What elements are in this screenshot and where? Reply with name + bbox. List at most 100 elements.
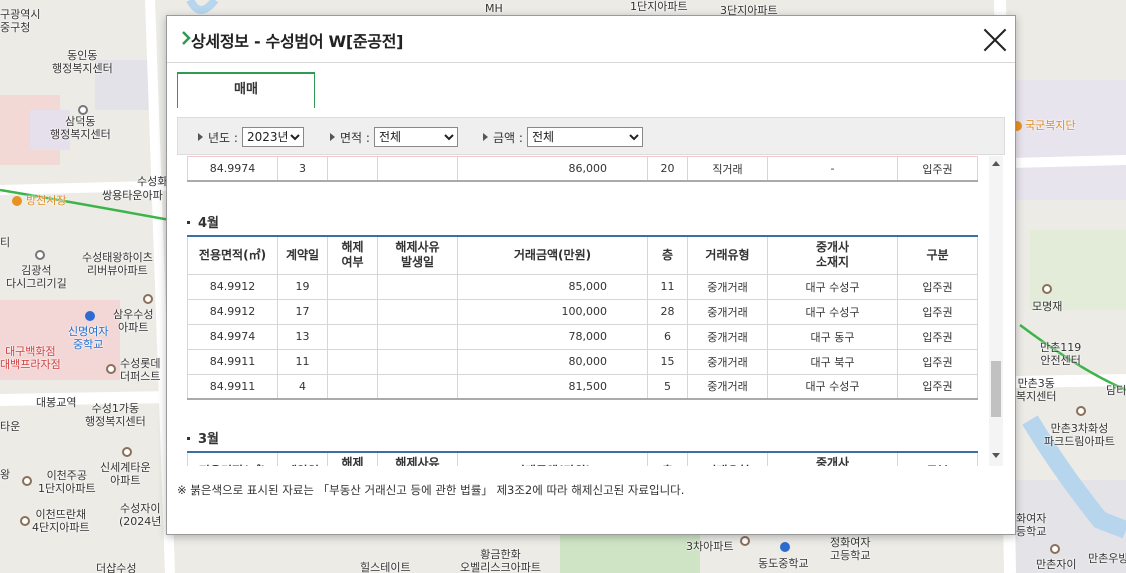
table-cell: 85,000 bbox=[457, 273, 648, 300]
table-cell: 대구 수성구 bbox=[767, 273, 898, 300]
table-cell: 중개거래 bbox=[687, 273, 768, 300]
table-row: 84.9974 13 78,000 6 중개거래 대구 동구 입주권 bbox=[187, 323, 978, 350]
table-row: 84.9911 11 80,000 15 중개거래 대구 북구 입주권 bbox=[187, 348, 978, 375]
year-filter: 년도 : 2023년 bbox=[198, 127, 304, 147]
map-label: 만촌3차화성 파크드림아파트 bbox=[1044, 422, 1115, 448]
year-select[interactable]: 2023년 bbox=[241, 127, 304, 147]
map-poi-icon[interactable] bbox=[20, 516, 30, 526]
vertical-scrollbar[interactable] bbox=[989, 156, 1003, 466]
map-poi-icon[interactable] bbox=[22, 476, 32, 486]
map-poi-icon[interactable] bbox=[1076, 406, 1086, 416]
map-label: 만촌3동 복지센터 bbox=[1016, 377, 1057, 403]
column-header: 중개사 소재지 bbox=[767, 451, 898, 466]
table-cell bbox=[327, 273, 378, 300]
table-cell: 84.9912 bbox=[187, 298, 278, 325]
year-filter-label: 년도 : bbox=[208, 130, 238, 145]
modal-title: 상세정보 - 수성범어 W[준공전] bbox=[191, 32, 404, 51]
column-header: 층 bbox=[647, 451, 688, 466]
table-row: 84.9911 4 81,500 5 중개거래 대구 수성구 입주권 bbox=[187, 373, 978, 400]
table-cell: 80,000 bbox=[457, 348, 648, 375]
map-label: 황금한화 오벨리스크아파트 bbox=[460, 548, 541, 573]
table-cell: 84.9974 bbox=[187, 156, 278, 182]
map-label: 방천시장 bbox=[26, 194, 67, 207]
column-header: 구분 bbox=[897, 235, 978, 275]
map-label: 화여자 등학교 bbox=[1016, 512, 1047, 538]
map-label: 담티 bbox=[1106, 384, 1126, 397]
section-title-text: 3월 bbox=[198, 432, 220, 447]
map-poi-icon[interactable] bbox=[1050, 544, 1060, 554]
table-cell: 대구 북구 bbox=[767, 348, 898, 375]
map-label: 신명여자 중학교 bbox=[68, 325, 109, 351]
table-cell: 입주권 bbox=[897, 348, 978, 375]
scrollbar-thumb[interactable] bbox=[991, 361, 1001, 417]
chevron-right-icon bbox=[182, 31, 191, 45]
map-poi-icon[interactable] bbox=[12, 196, 22, 206]
map-poi-icon[interactable] bbox=[740, 536, 750, 546]
map-label: 모명재 bbox=[1032, 300, 1063, 313]
table-cell: 대구 수성구 bbox=[767, 373, 898, 400]
map-label: 수성태왕하이츠 리버뷰아파트 bbox=[82, 251, 153, 277]
table-cell bbox=[327, 156, 378, 182]
section-title-april: 4월 bbox=[187, 212, 219, 231]
table-cell bbox=[327, 323, 378, 350]
map-label: 삼덕동 행정복지센터 bbox=[50, 115, 111, 141]
table-cell: 81,500 bbox=[457, 373, 648, 400]
map-label: 더샵수성 bbox=[96, 562, 137, 573]
map-poi-icon[interactable] bbox=[1042, 284, 1052, 294]
area-filter: 면적 : 전체 bbox=[330, 127, 458, 147]
map-label: 왕 bbox=[0, 468, 11, 481]
table-cell: 5 bbox=[647, 373, 688, 400]
map-label: 만촌119 안전센터 bbox=[1040, 341, 1082, 367]
table-cell: 입주권 bbox=[897, 323, 978, 350]
column-header: 구분 bbox=[897, 451, 978, 466]
table-header-row: 전용면적(㎡) 계약일 해제 여부 해제사유 발생일 거래금액(만원) 층 거래… bbox=[187, 235, 978, 275]
map-poi-icon[interactable] bbox=[143, 294, 153, 304]
table-cell bbox=[377, 298, 458, 325]
map-label: 동도중학교 bbox=[758, 557, 809, 570]
table-cell: 대구 수성구 bbox=[767, 298, 898, 325]
area-select[interactable]: 전체 bbox=[373, 127, 458, 147]
map-poi-icon[interactable] bbox=[35, 250, 45, 260]
close-icon[interactable] bbox=[981, 26, 1009, 54]
cancellation-notice: ※ 붉은색으로 표시된 자료는 「부동산 거래신고 등에 관한 법률」 제3조2… bbox=[177, 483, 685, 497]
table-cell: 중개거래 bbox=[687, 373, 768, 400]
transaction-list[interactable]: 84.9974 3 86,000 20 직거래 - 입주권 4월 전용면적(㎡)… bbox=[177, 156, 989, 466]
column-header: 계약일 bbox=[277, 451, 328, 466]
map-poi-icon[interactable] bbox=[780, 542, 790, 552]
map-poi-icon[interactable] bbox=[122, 447, 132, 457]
price-select[interactable]: 전체 bbox=[526, 127, 643, 147]
detail-modal: 상세정보 - 수성범어 W[준공전] 매매 년도 : 2023년 면적 : 전체… bbox=[166, 15, 1016, 535]
table-cell: 11 bbox=[277, 348, 328, 375]
scroll-down-icon[interactable] bbox=[992, 453, 1000, 458]
map-label: 티 bbox=[0, 236, 11, 249]
table-cell: 직거래 bbox=[687, 156, 768, 182]
table-cell: 78,000 bbox=[457, 323, 648, 350]
column-header: 해제사유 발생일 bbox=[377, 235, 458, 275]
table-cell: - bbox=[767, 156, 898, 182]
table-cell bbox=[377, 323, 458, 350]
map-poi-icon[interactable] bbox=[106, 364, 116, 374]
scroll-up-icon[interactable] bbox=[992, 161, 1000, 166]
area-filter-label: 면적 : bbox=[340, 130, 370, 145]
table-row: 84.9974 3 86,000 20 직거래 - 입주권 bbox=[187, 156, 978, 182]
table-cell: 28 bbox=[647, 298, 688, 325]
table-cell: 86,000 bbox=[457, 156, 648, 182]
map-label: 수성1가동 행정복지센터 bbox=[85, 402, 146, 428]
table-cell bbox=[377, 348, 458, 375]
map-label: 수성화 bbox=[137, 175, 168, 188]
table-cell: 6 bbox=[647, 323, 688, 350]
map-poi-icon[interactable] bbox=[78, 105, 88, 115]
map-label: 대봉교역 bbox=[36, 396, 77, 409]
table-cell: 17 bbox=[277, 298, 328, 325]
table-cell bbox=[377, 273, 458, 300]
tab-sale[interactable]: 매매 bbox=[177, 72, 315, 108]
map-label: MH bbox=[485, 2, 503, 15]
table-cell: 20 bbox=[647, 156, 688, 182]
table-cell: 중개거래 bbox=[687, 298, 768, 325]
column-header: 계약일 bbox=[277, 235, 328, 275]
april-table: 전용면적(㎡) 계약일 해제 여부 해제사유 발생일 거래금액(만원) 층 거래… bbox=[187, 235, 978, 400]
map-label: 국군복지단 bbox=[1025, 119, 1076, 132]
map-poi-icon[interactable] bbox=[85, 311, 95, 321]
modal-header: 상세정보 - 수성범어 W[준공전] bbox=[167, 16, 1015, 63]
map-label: 구광역시 중구청 bbox=[0, 8, 41, 34]
